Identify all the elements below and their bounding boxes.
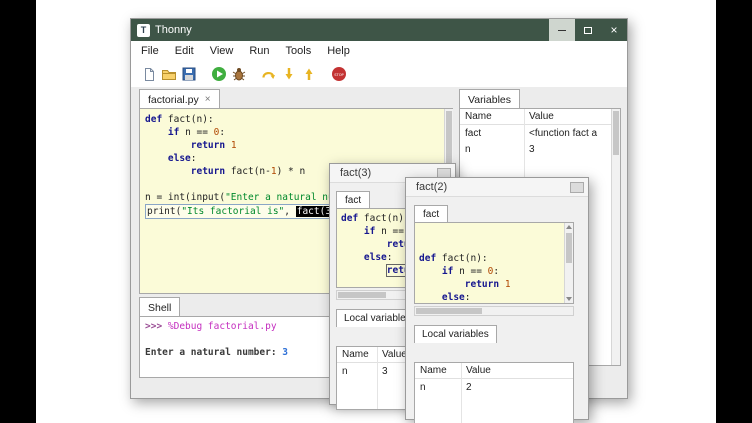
table-row[interactable]: fact <function fact a (460, 125, 620, 141)
minimize-button[interactable] (549, 19, 575, 41)
frame-close-button[interactable] (570, 182, 584, 193)
menu-help[interactable]: Help (319, 41, 358, 61)
frame-hscrollbar-thumb[interactable] (338, 292, 386, 298)
col-value: Value (461, 365, 573, 376)
new-file-icon (142, 67, 157, 82)
column-divider (377, 347, 378, 409)
tab-label: Local variables (422, 329, 489, 340)
svg-text:STOP: STOP (334, 73, 344, 77)
thonny-logo-icon: T (137, 24, 150, 37)
tab-label: Local variables (344, 313, 411, 324)
menu-edit[interactable]: Edit (167, 41, 202, 61)
menu-bar: File Edit View Run Tools Help (131, 41, 627, 61)
run-icon (211, 66, 227, 82)
scroll-up-icon[interactable] (566, 225, 572, 229)
table-row[interactable]: n 2 (415, 379, 573, 395)
menu-file[interactable]: File (133, 41, 167, 61)
frame-title: fact(2) (416, 181, 447, 193)
stop-icon: STOP (331, 66, 347, 82)
step-into-icon (281, 66, 297, 82)
frame-window-fact2: fact(2) fact def fact(n): if n == 0: ret… (405, 177, 589, 420)
col-value: Value (524, 111, 620, 122)
tab-factorial-py[interactable]: factorial.py × (139, 89, 220, 109)
tab-fact[interactable]: fact (336, 191, 370, 209)
frame-title: fact(3) (340, 167, 371, 179)
menu-view[interactable]: View (202, 41, 242, 61)
var-value: 2 (461, 382, 573, 393)
variables-header: Name Value (460, 109, 620, 125)
var-name: n (337, 366, 377, 377)
screen: T Thonny × File Edit View Run Tools Help (0, 0, 752, 423)
frame-hscrollbar-thumb[interactable] (416, 308, 482, 314)
menu-tools[interactable]: Tools (278, 41, 320, 61)
tab-label: Variables (468, 94, 511, 106)
frame-vscrollbar[interactable] (564, 223, 573, 303)
frame-code-view[interactable]: def fact(n): if n == 0: return 1 else: r… (414, 222, 574, 304)
tab-shell[interactable]: Shell (139, 297, 180, 317)
column-divider (461, 363, 462, 423)
frame-hscrollbar[interactable] (414, 306, 574, 316)
minimize-icon (558, 30, 566, 31)
step-out-icon (301, 66, 317, 82)
frame-vscrollbar-thumb[interactable] (566, 233, 572, 263)
save-icon (182, 67, 196, 81)
tab-close-icon[interactable]: × (205, 94, 211, 105)
tab-local-variables[interactable]: Local variables (414, 325, 497, 343)
table-row[interactable]: n 3 (460, 141, 620, 157)
toolbar: STOP (131, 61, 627, 87)
var-name: fact (460, 128, 524, 139)
var-name: n (415, 382, 461, 393)
col-name: Name (460, 111, 524, 122)
col-name: Name (415, 365, 461, 376)
maximize-icon (584, 27, 592, 34)
step-into-button[interactable] (279, 64, 299, 84)
window-title: Thonny (155, 24, 192, 36)
variables-scrollbar[interactable] (611, 109, 620, 365)
variables-scrollbar-thumb[interactable] (613, 111, 619, 155)
step-over-icon (261, 66, 277, 82)
close-button[interactable]: × (601, 19, 627, 41)
tab-variables[interactable]: Variables (459, 89, 520, 109)
tab-label: Shell (148, 302, 171, 314)
scroll-down-icon[interactable] (566, 297, 572, 301)
maximize-button[interactable] (575, 19, 601, 41)
var-value: 3 (524, 144, 620, 155)
new-file-button[interactable] (139, 64, 159, 84)
locals-header: Name Value (415, 363, 573, 379)
window-controls: × (549, 19, 627, 41)
save-button[interactable] (179, 64, 199, 84)
tab-fact[interactable]: fact (414, 205, 448, 223)
menu-run[interactable]: Run (241, 41, 277, 61)
var-value: <function fact a (524, 128, 620, 139)
tab-label: factorial.py (148, 94, 199, 106)
stop-button[interactable]: STOP (329, 64, 349, 84)
frame-titlebar[interactable]: fact(2) (406, 178, 588, 197)
titlebar[interactable]: T Thonny × (131, 19, 627, 41)
open-file-button[interactable] (159, 64, 179, 84)
col-name: Name (337, 349, 377, 360)
var-name: n (460, 144, 524, 155)
locals-panel: Name Value n 2 (414, 362, 574, 423)
step-over-button[interactable] (259, 64, 279, 84)
tab-label: fact (423, 209, 439, 220)
tab-label: fact (345, 195, 361, 206)
run-script-button[interactable] (209, 64, 229, 84)
debug-script-button[interactable] (229, 64, 249, 84)
step-out-button[interactable] (299, 64, 319, 84)
open-folder-icon (161, 67, 177, 82)
close-icon: × (610, 24, 617, 36)
bug-icon (231, 66, 247, 82)
